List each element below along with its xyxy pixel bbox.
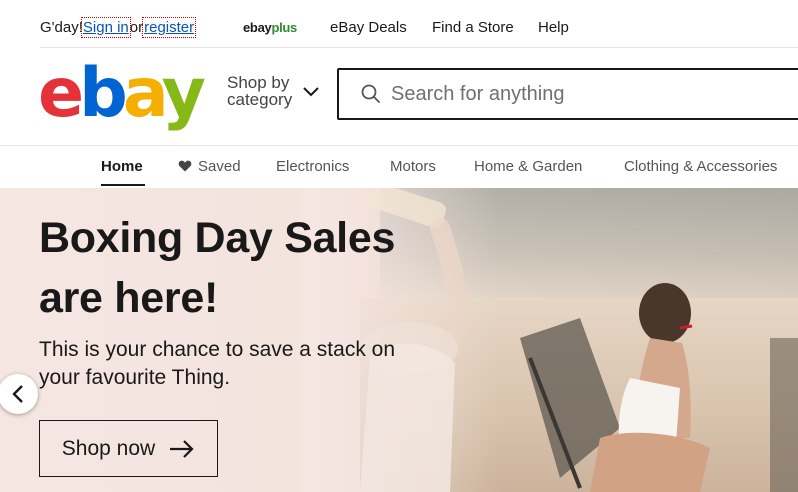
hero-description: This is your chance to save a stack on y… xyxy=(39,336,439,392)
shop-by-category-button[interactable]: Shop by category xyxy=(227,74,292,108)
greeting-text: G'day! xyxy=(40,19,83,36)
search-box[interactable] xyxy=(337,68,798,120)
shop-now-button[interactable]: Shop now xyxy=(39,420,218,477)
tab-electronics[interactable]: Electronics xyxy=(276,158,349,175)
tab-home-garden[interactable]: Home & Garden xyxy=(474,158,582,175)
shop-now-label: Shop now xyxy=(61,436,156,460)
greeting-line: G'day!Sign inorregister xyxy=(40,17,197,38)
logo-letter-e: e xyxy=(38,54,84,133)
register-link[interactable]: register xyxy=(142,17,197,38)
tab-saved[interactable]: Saved xyxy=(178,158,241,175)
top-divider xyxy=(40,47,798,48)
hero-banner[interactable]: Boxing Day Sales are here! This is your … xyxy=(0,188,798,492)
shop-by-label: Shop by xyxy=(227,73,290,92)
logo-letter-b: b xyxy=(79,54,128,133)
find-a-store-link[interactable]: Find a Store xyxy=(432,19,514,36)
search-input[interactable] xyxy=(391,78,791,110)
or-text: or xyxy=(129,19,144,36)
logo-letter-y: y xyxy=(161,54,206,133)
ebay-logo[interactable]: ebay xyxy=(38,60,206,128)
hero-description-line-1: This is your chance to save a stack on xyxy=(39,338,396,361)
hero-title-line-2: are here! xyxy=(39,274,218,322)
ebay-plus-brand: ebay xyxy=(243,20,272,35)
ebay-deals-link[interactable]: eBay Deals xyxy=(330,19,407,36)
top-utility-bar: G'day!Sign inorregister ebayplus eBay De… xyxy=(0,0,798,48)
sign-in-link[interactable]: Sign in xyxy=(80,17,131,38)
help-link[interactable]: Help xyxy=(538,19,569,36)
carousel-previous-button[interactable] xyxy=(0,374,38,414)
tab-clothing-accessories[interactable]: Clothing & Accessories xyxy=(624,158,777,175)
hero-description-line-2: your favourite Thing. xyxy=(39,366,231,389)
chevron-down-icon[interactable] xyxy=(302,84,320,98)
tab-home[interactable]: Home xyxy=(101,158,143,175)
hero-title-line-1: Boxing Day Sales xyxy=(39,214,396,262)
chevron-left-icon xyxy=(12,385,23,403)
search-icon xyxy=(361,84,380,103)
category-nav: Home Saved Electronics Motors Home & Gar… xyxy=(0,146,798,188)
category-label: category xyxy=(227,90,293,109)
ebay-plus-suffix: plus xyxy=(271,20,297,35)
tab-saved-label: Saved xyxy=(198,158,241,175)
tab-motors[interactable]: Motors xyxy=(390,158,436,175)
hero-title: Boxing Day Sales are here! xyxy=(39,208,459,328)
arrow-right-icon xyxy=(170,439,194,458)
ebay-plus-link[interactable]: ebayplus xyxy=(243,20,297,35)
active-tab-underline xyxy=(101,184,145,186)
heart-icon xyxy=(178,160,192,172)
logo-letter-a: a xyxy=(122,54,167,133)
